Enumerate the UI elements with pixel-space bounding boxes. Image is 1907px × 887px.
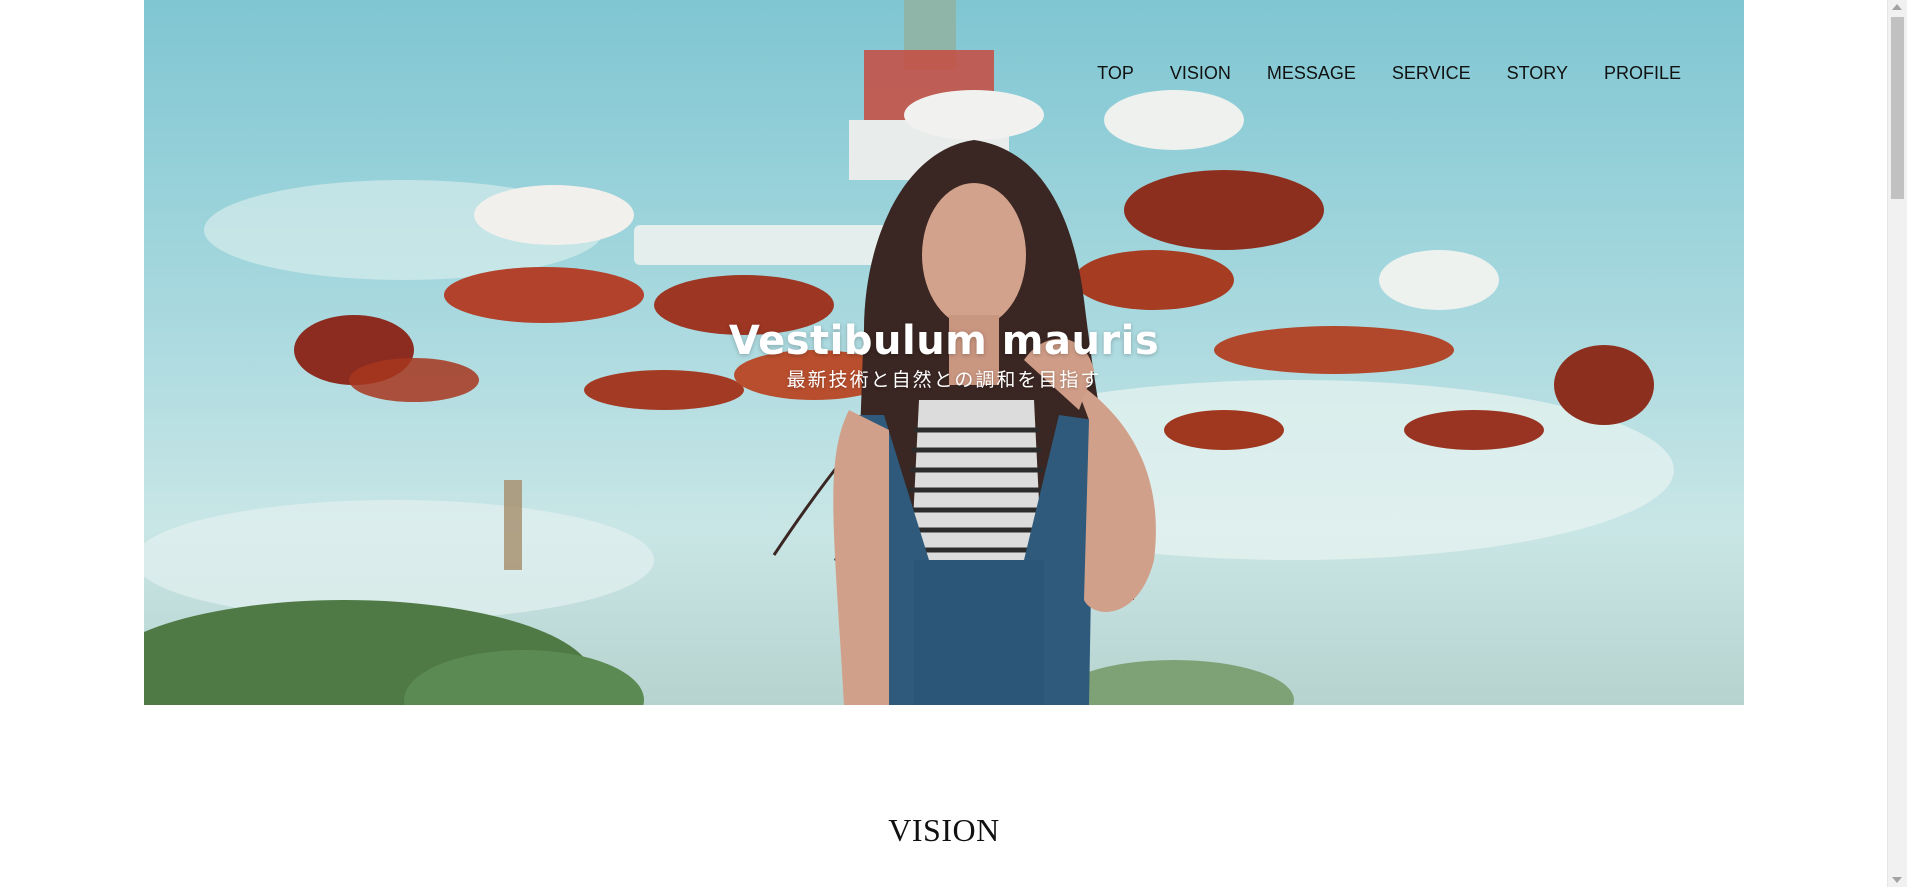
nav-profile[interactable]: PROFILE [1604, 60, 1681, 86]
scroll-thumb[interactable] [1891, 17, 1904, 199]
main-nav: TOP VISION MESSAGE SERVICE STORY PROFILE [1061, 60, 1681, 86]
hero-banner: TOP VISION MESSAGE SERVICE STORY PROFILE… [144, 0, 1744, 705]
vision-section-title: VISION [888, 812, 1000, 848]
nav-service[interactable]: SERVICE [1392, 60, 1471, 86]
hero-subtitle: 最新技術と自然との調和を目指す [786, 369, 1102, 391]
nav-vision[interactable]: VISION [1170, 60, 1231, 86]
nav-top[interactable]: TOP [1097, 60, 1134, 86]
scroll-down-icon[interactable] [1892, 877, 1902, 883]
hero-title: Vestibulum mauris [728, 318, 1160, 364]
hero-heading: Vestibulum mauris 最新技術と自然との調和を目指す [144, 315, 1744, 393]
nav-story[interactable]: STORY [1507, 60, 1568, 86]
page: TOP VISION MESSAGE SERVICE STORY PROFILE… [0, 0, 1907, 887]
nav-message[interactable]: MESSAGE [1267, 60, 1356, 86]
vertical-scrollbar[interactable] [1887, 0, 1907, 887]
scroll-up-icon[interactable] [1892, 4, 1902, 10]
